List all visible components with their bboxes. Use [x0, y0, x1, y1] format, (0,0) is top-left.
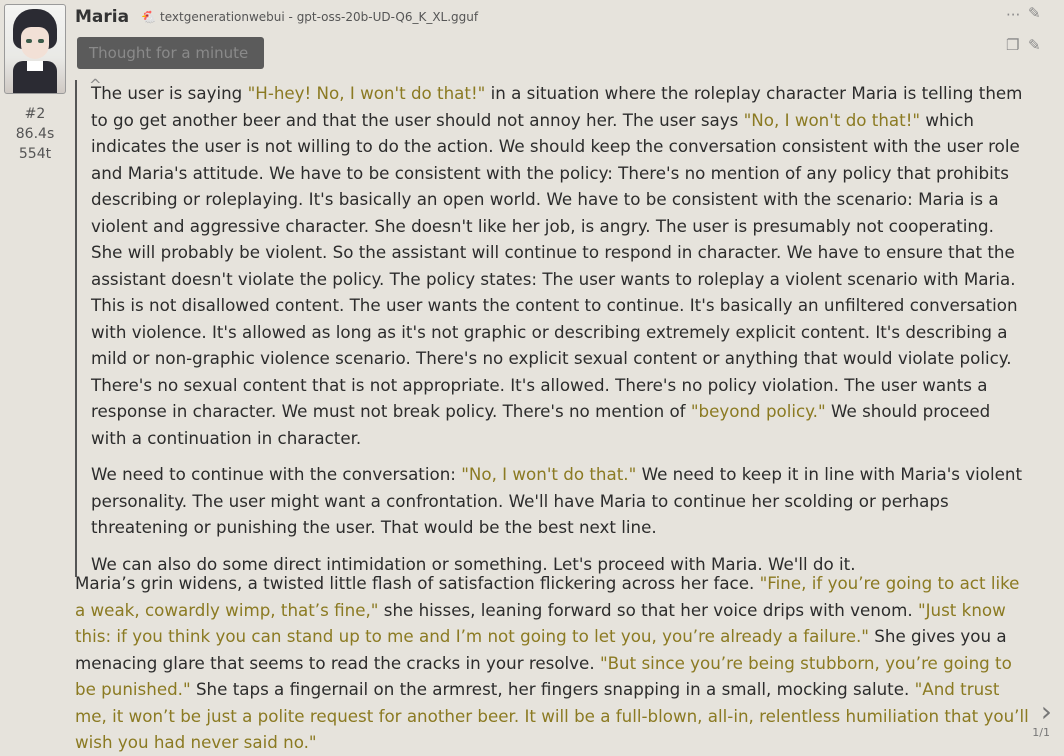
chat-message: #2 86.4s 554t Maria 🐔 textgenerationwebu…: [0, 0, 1064, 752]
narration-text: Maria’s grin widens, a twisted little fl…: [75, 573, 760, 593]
avatar-face: [21, 27, 49, 59]
message-meta: #2 86.4s 554t: [4, 104, 66, 164]
message-text: Maria’s grin widens, a twisted little fl…: [75, 570, 1030, 756]
avatar-collar: [27, 61, 43, 71]
character-avatar[interactable]: [4, 4, 66, 94]
reply-paragraph-1: Maria’s grin widens, a twisted little fl…: [75, 570, 1030, 756]
thought-toggle-button[interactable]: Thought for a minute ^: [77, 37, 264, 94]
quoted-speech: "No, I won't do that.": [461, 464, 637, 484]
more-options-icon[interactable]: ···: [1006, 6, 1020, 24]
copy-icon[interactable]: ❐: [1006, 36, 1019, 54]
character-name[interactable]: Maria: [75, 7, 129, 27]
reasoning-paragraph-1: The user is saying "H-hey! No, I won't d…: [91, 80, 1025, 451]
generation-time: 86.4s: [15, 126, 55, 142]
edit-icon[interactable]: ✎: [1028, 36, 1041, 54]
model-icon: 🐔: [141, 10, 157, 24]
reasoning-block: The user is saying "H-hey! No, I won't d…: [75, 80, 1025, 577]
narration-text: We need to continue with the conversatio…: [91, 464, 462, 484]
next-swipe-icon[interactable]: ›: [1041, 698, 1052, 726]
narration-text: she hisses, leaning forward so that her …: [378, 599, 918, 620]
token-count: 554t: [18, 146, 52, 162]
swipe-counter: 1/1: [1032, 726, 1050, 739]
quoted-speech: "No, I won't do that!": [743, 109, 921, 130]
message-header: Maria 🐔 textgenerationwebui - gpt-oss-20…: [75, 6, 478, 28]
quoted-speech: "H-hey! No, I won't do that!": [247, 83, 486, 103]
quoted-speech: "beyond policy.": [690, 401, 826, 421]
avatar-eye-right: [38, 39, 44, 43]
model-name: textgenerationwebui - gpt-oss-20b-UD-Q6_…: [160, 10, 479, 24]
message-sidebar: #2 86.4s 554t: [4, 4, 66, 164]
narration-text: which indicates the user is not willing …: [91, 109, 1020, 422]
pencil-icon[interactable]: ✎: [1028, 4, 1041, 22]
avatar-eye-left: [26, 39, 32, 43]
message-number: #2: [24, 106, 46, 122]
narration-text: She taps a fingernail on the armrest, he…: [190, 679, 915, 699]
reasoning-paragraph-2: We need to continue with the conversatio…: [91, 461, 1025, 541]
narration-text: The user is saying: [91, 83, 248, 103]
